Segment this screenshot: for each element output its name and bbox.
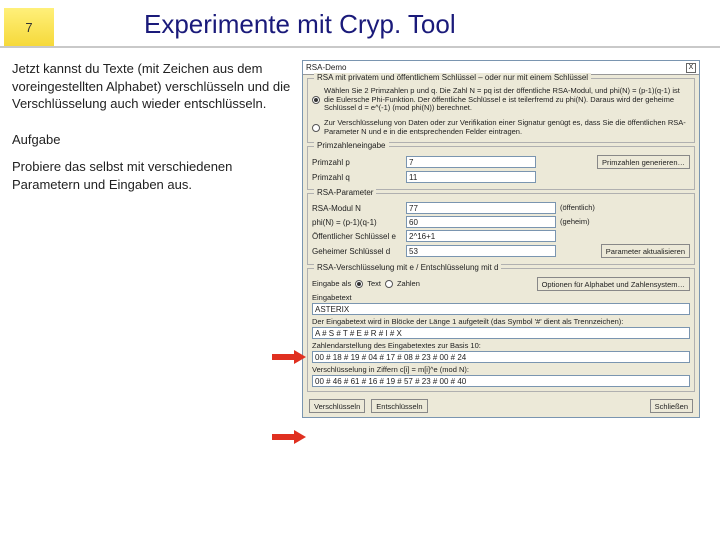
slide-title: Experimente mit Cryp. Tool (144, 9, 456, 40)
screenshot-column: RSA-Demo X RSA mit privatem und öffentli… (302, 60, 712, 418)
slide-header: 7 Experimente mit Cryp. Tool (0, 0, 720, 48)
radio-pubonly[interactable] (312, 124, 320, 132)
page-number-badge: 7 (4, 8, 54, 46)
phi-input[interactable]: 60 (406, 216, 556, 228)
update-params-button[interactable]: Parameter aktualisieren (601, 244, 690, 258)
prime-p-input[interactable]: 7 (406, 156, 536, 168)
radio-fullkey-label: Wählen Sie 2 Primzahlen p und q. Die Zah… (324, 87, 690, 113)
radio-pubonly-label: Zur Verschlüsselung von Daten oder zur V… (324, 119, 690, 136)
inputtext-field[interactable]: ASTERIX (312, 303, 690, 315)
cipher-label: Verschlüsselung in Ziffern c[i] = m[i]^e… (312, 365, 690, 374)
inputtext-label: Eingabetext (312, 293, 690, 302)
modul-n-note: (öffentlich) (560, 204, 595, 213)
input-as-label: Eingabe als (312, 280, 351, 289)
phi-note: (geheim) (560, 218, 590, 227)
encrypt-button[interactable]: Verschlüsseln (309, 399, 365, 413)
text-column: Jetzt kannst du Texte (mit Zeichen aus d… (12, 60, 302, 418)
prime-p-label: Primzahl p (312, 158, 402, 167)
pubkey-e-label: Öffentlicher Schlüssel e (312, 232, 402, 241)
phi-label: phi(N) = (p-1)(q-1) (312, 218, 402, 227)
callout-arrow-numbers (272, 430, 306, 444)
seckey-d-input[interactable]: 53 (406, 245, 556, 257)
group-primes-legend: Primzahleneingabe (314, 141, 389, 150)
generate-primes-button[interactable]: Primzahlen generieren… (597, 155, 690, 169)
intro-paragraph: Jetzt kannst du Texte (mit Zeichen aus d… (12, 60, 302, 113)
blocks-label: Der Eingabetext wird in Blöcke der Länge… (312, 317, 690, 326)
base-field[interactable]: 00 # 18 # 19 # 04 # 17 # 08 # 23 # 00 # … (312, 351, 690, 363)
close-icon[interactable]: X (686, 63, 696, 73)
prime-q-input[interactable]: 11 (406, 171, 536, 183)
modul-n-label: RSA-Modul N (312, 204, 402, 213)
radio-text-label: Text (367, 280, 381, 289)
radio-numbers[interactable] (385, 280, 393, 288)
decrypt-button[interactable]: Entschlüsseln (371, 399, 427, 413)
seckey-d-label: Geheimer Schlüssel d (312, 247, 402, 256)
blocks-field[interactable]: A # S # T # E # R # I # X (312, 327, 690, 339)
group-primes: Primzahleneingabe Primzahl p 7 Primzahle… (307, 146, 695, 190)
modul-n-input[interactable]: 77 (406, 202, 556, 214)
radio-fullkey[interactable] (312, 96, 320, 104)
group-keymode-legend: RSA mit privatem und öffentlichem Schlüs… (314, 73, 591, 82)
window-title: RSA-Demo (306, 63, 346, 72)
cipher-field[interactable]: 00 # 46 # 61 # 16 # 19 # 57 # 23 # 00 # … (312, 375, 690, 387)
slide-body: Jetzt kannst du Texte (mit Zeichen aus d… (0, 48, 720, 418)
dialog-footer: Verschlüsseln Entschlüsseln Schließen (303, 395, 699, 417)
task-heading: Aufgabe (12, 131, 302, 149)
group-rsaparams-legend: RSA-Parameter (314, 188, 376, 197)
radio-numbers-label: Zahlen (397, 280, 420, 289)
group-encrypt: RSA-Verschlüsselung mit e / Entschlüssel… (307, 268, 695, 392)
group-keymode: RSA mit privatem und öffentlichem Schlüs… (307, 78, 695, 143)
radio-text[interactable] (355, 280, 363, 288)
alphabet-options-button[interactable]: Optionen für Alphabet und Zahlensystem… (537, 277, 690, 291)
pubkey-e-input[interactable]: 2^16+1 (406, 230, 556, 242)
prime-q-label: Primzahl q (312, 173, 402, 182)
dialog-window: RSA-Demo X RSA mit privatem und öffentli… (302, 60, 700, 418)
close-button[interactable]: Schließen (650, 399, 693, 413)
group-encrypt-legend: RSA-Verschlüsselung mit e / Entschlüssel… (314, 263, 501, 272)
task-paragraph: Probiere das selbst mit verschiedenen Pa… (12, 158, 302, 193)
group-rsaparams: RSA-Parameter RSA-Modul N 77 (öffentlich… (307, 193, 695, 265)
callout-arrow-input (272, 350, 306, 364)
base-label: Zahlendarstellung des Eingabetextes zur … (312, 341, 690, 350)
